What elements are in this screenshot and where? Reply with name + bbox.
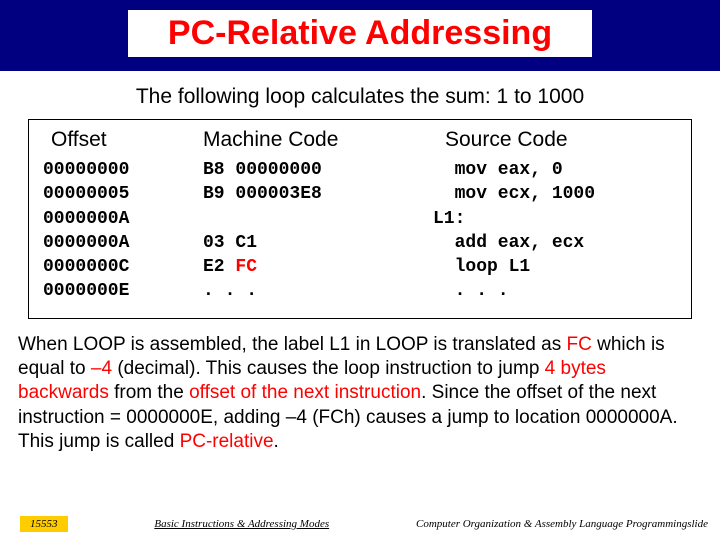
code-box: Offset Machine Code Source Code 00000000… — [28, 119, 692, 319]
header-source: Source Code — [433, 128, 677, 158]
t: from the — [109, 382, 189, 403]
source-line: mov ecx, 1000 — [433, 182, 677, 206]
machine-line: B9 000003E8 — [203, 182, 423, 206]
hl-offset-next: offset of the next instruction — [189, 382, 421, 403]
subtitle: The following loop calculates the sum: 1… — [0, 85, 720, 109]
header-machine: Machine Code — [203, 128, 423, 158]
col-machine: B8 00000000B9 000003E8 03 C1E2 FC. . . — [203, 158, 423, 304]
hl-fc: FC — [566, 334, 591, 355]
machine-line: B8 00000000 — [203, 158, 423, 182]
machine-line: E2 FC — [203, 255, 423, 279]
source-line: add eax, ecx — [433, 231, 677, 255]
footer-right: Computer Organization & Assembly Languag… — [416, 518, 708, 530]
t: When LOOP is assembled, the label L1 in … — [18, 334, 566, 355]
t: (decimal). This causes the loop instruct… — [112, 358, 545, 379]
source-line: mov eax, 0 — [433, 158, 677, 182]
page-title: PC-Relative Addressing — [128, 10, 592, 57]
col-source: mov eax, 0 mov ecx, 1000L1: add eax, ecx… — [433, 158, 677, 304]
t: . — [274, 431, 279, 452]
source-line: loop L1 — [433, 255, 677, 279]
hl-neg4: –4 — [91, 358, 112, 379]
header-offset: Offset — [43, 128, 193, 158]
machine-line: . . . — [203, 279, 423, 303]
source-line: . . . — [433, 279, 677, 303]
code-grid: Offset Machine Code Source Code 00000000… — [43, 128, 677, 304]
footer: 15553 Basic Instructions & Addressing Mo… — [0, 516, 720, 532]
machine-line — [203, 207, 423, 231]
source-line: L1: — [433, 207, 677, 231]
explanation: When LOOP is assembled, the label L1 in … — [18, 333, 702, 455]
machine-line: 03 C1 — [203, 231, 423, 255]
footer-mid: Basic Instructions & Addressing Modes — [68, 518, 416, 530]
title-bar: PC-Relative Addressing — [0, 0, 720, 71]
col-offsets: 00000000 00000005 0000000A 0000000A 0000… — [43, 158, 193, 304]
footer-left: 15553 — [20, 516, 68, 532]
hl-pcrel: PC-relative — [180, 431, 274, 452]
